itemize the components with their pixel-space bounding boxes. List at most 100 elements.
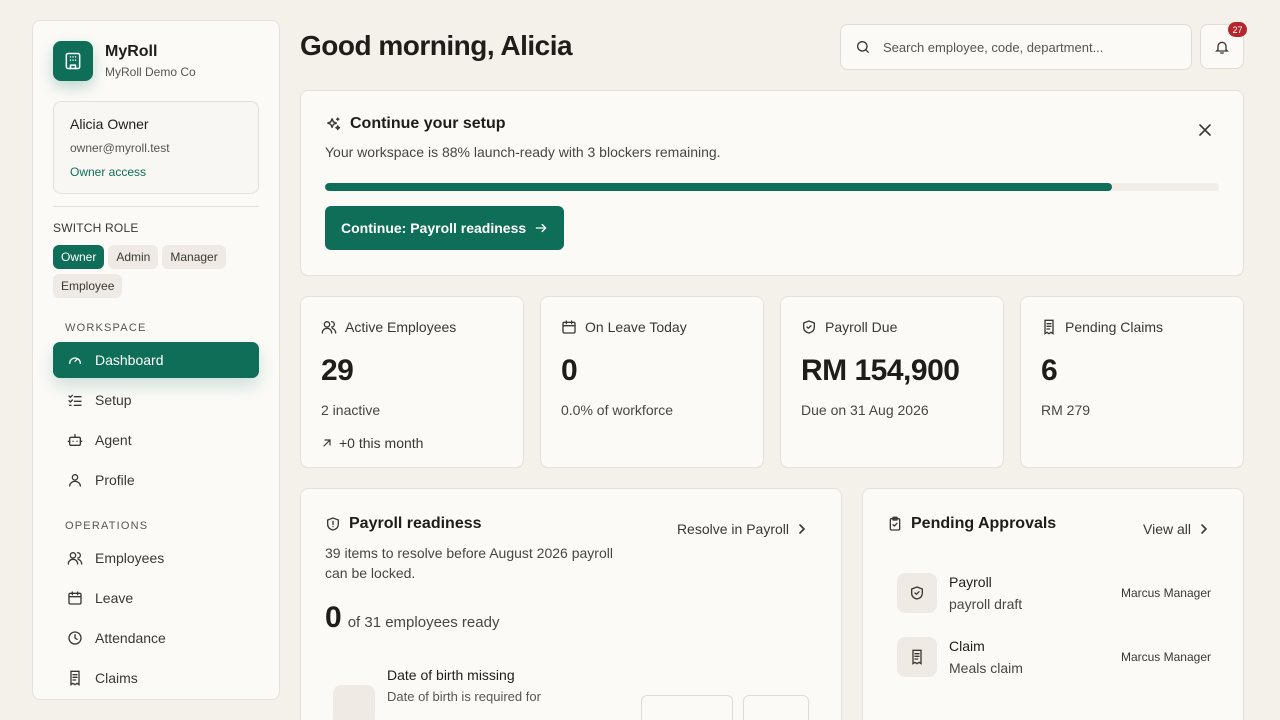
sidebar-item-label: Dashboard	[95, 352, 164, 368]
approvals-title: Pending Approvals	[911, 515, 1057, 532]
setup-title: Continue your setup	[350, 115, 506, 132]
sidebar-item-agent[interactable]: Agent	[53, 422, 259, 458]
approval-type: Claim	[949, 638, 985, 654]
sidebar-item-leave[interactable]: Leave	[53, 580, 259, 616]
search-bar[interactable]	[840, 24, 1192, 70]
approval-requester: Marcus Manager	[1120, 650, 1211, 664]
issue-icon	[333, 685, 375, 720]
sidebar-item-label: Profile	[95, 472, 135, 488]
sidebar: MyRoll MyRoll Demo Co Alicia Owner owner…	[32, 20, 280, 700]
setup-progress-bar	[325, 183, 1219, 191]
stat-trend: +0 this month	[339, 435, 424, 451]
user-name: Alicia Owner	[70, 116, 149, 132]
readiness-issue[interactable]: Date of birth missing Date of birth is r…	[333, 667, 541, 720]
calendar-icon	[67, 590, 83, 606]
sidebar-item-label: Employees	[95, 550, 165, 566]
role-admin[interactable]: Admin	[108, 245, 159, 269]
issue-title: Date of birth missing	[387, 667, 515, 683]
approval-item[interactable]: Payroll payroll draft Marcus Manager	[897, 573, 1211, 613]
search-icon	[855, 39, 871, 55]
sidebar-item-label: Attendance	[95, 630, 166, 646]
gauge-icon	[67, 352, 83, 368]
sidebar-item-employees[interactable]: Employees	[53, 540, 259, 576]
stat-subtext: 0.0% of workforce	[561, 402, 674, 418]
resolve-in-payroll-link[interactable]: Resolve in Payroll	[677, 521, 807, 537]
stat-value: RM 154,900	[801, 354, 960, 387]
receipt-icon	[1041, 319, 1057, 335]
sidebar-item-label: Agent	[95, 432, 132, 448]
switch-role-label: SWITCH ROLE	[53, 221, 139, 235]
role-switcher: Owner Admin Manager Employee	[53, 245, 253, 298]
user-email: owner@myroll.test	[70, 141, 170, 155]
nav-section-operations: OPERATIONS	[65, 520, 149, 532]
stat-label: Pending Claims	[1065, 319, 1164, 335]
stat-value: 0	[561, 354, 578, 387]
user-icon	[67, 472, 83, 488]
setup-progress-fill	[325, 183, 1112, 191]
stat-subtext: RM 279	[1041, 402, 1091, 418]
role-employee[interactable]: Employee	[53, 274, 123, 298]
sidebar-item-claims[interactable]: Claims	[53, 660, 259, 696]
stat-card-pending-claims[interactable]: Pending Claims 6 RM 279	[1020, 296, 1244, 468]
notification-badge: 27	[1228, 22, 1247, 37]
role-owner[interactable]: Owner	[53, 245, 105, 269]
payroll-readiness-card: Payroll readiness Resolve in Payroll 39 …	[300, 488, 842, 720]
continue-setup-label: Continue: Payroll readiness	[341, 220, 527, 236]
users-icon	[67, 550, 83, 566]
bell-icon	[1214, 39, 1230, 55]
receipt-icon	[897, 637, 937, 677]
shield-check-icon	[801, 319, 817, 335]
readiness-title: Payroll readiness	[349, 515, 482, 532]
approval-type: Payroll	[949, 574, 992, 590]
user-card: Alicia Owner owner@myroll.test Owner acc…	[53, 101, 259, 194]
sidebar-item-setup[interactable]: Setup	[53, 382, 259, 418]
company-name: MyRoll Demo Co	[105, 65, 196, 79]
brand[interactable]: MyRoll MyRoll Demo Co	[53, 41, 259, 81]
setup-description: Your workspace is 88% launch-ready with …	[325, 144, 721, 160]
bot-icon	[67, 432, 83, 448]
continue-setup-button[interactable]: Continue: Payroll readiness	[325, 206, 565, 250]
stat-card-active-employees[interactable]: Active Employees 29 2 inactive +0 this m…	[300, 296, 524, 468]
arrow-right-icon	[534, 221, 548, 235]
approval-item[interactable]: Claim Meals claim Marcus Manager	[897, 637, 1211, 677]
sidebar-item-profile[interactable]: Profile	[53, 462, 259, 498]
issue-action-button[interactable]	[641, 695, 733, 720]
view-all-link[interactable]: View all	[1143, 521, 1209, 537]
stat-subtext: 2 inactive	[321, 402, 381, 418]
pending-approvals-card: Pending Approvals View all Payroll payro…	[862, 488, 1244, 720]
issue-description: Date of birth is required for	[387, 689, 541, 704]
stat-value: 29	[321, 354, 354, 387]
page-title: Good morning, Alicia	[300, 30, 573, 61]
stat-card-payroll-due[interactable]: Payroll Due RM 154,900 Due on 31 Aug 202…	[780, 296, 1004, 468]
role-manager[interactable]: Manager	[162, 245, 226, 269]
stat-card-on-leave[interactable]: On Leave Today 0 0.0% of workforce	[540, 296, 764, 468]
sidebar-item-label: Leave	[95, 590, 134, 606]
calendar-icon	[561, 319, 577, 335]
sparkles-icon	[325, 116, 342, 133]
users-icon	[321, 319, 337, 335]
issue-secondary-button[interactable]	[743, 695, 809, 720]
approval-requester: Marcus Manager	[1120, 586, 1211, 600]
stat-label: On Leave Today	[585, 319, 687, 335]
shield-check-icon	[897, 573, 937, 613]
sidebar-item-attendance[interactable]: Attendance	[53, 620, 259, 656]
stat-subtext: Due on 31 Aug 2026	[801, 402, 929, 418]
resolve-link-label: Resolve in Payroll	[676, 521, 789, 537]
chevron-right-icon	[1199, 524, 1209, 534]
stat-value: 6	[1041, 354, 1058, 387]
clipboard-check-icon	[887, 516, 903, 532]
sidebar-item-label: Claims	[95, 670, 138, 686]
stat-label: Active Employees	[345, 319, 457, 335]
view-all-label: View all	[1143, 521, 1191, 537]
arrow-up-right-icon	[321, 437, 333, 449]
user-access: Owner access	[70, 165, 147, 179]
shield-alert-icon	[325, 516, 341, 532]
sidebar-item-label: Setup	[95, 392, 132, 408]
clock-icon	[67, 630, 83, 646]
receipt-icon	[67, 670, 83, 686]
chevron-right-icon	[797, 524, 807, 534]
approval-description: Meals claim	[949, 660, 1023, 676]
search-input[interactable]	[883, 39, 1173, 55]
close-icon[interactable]	[1199, 123, 1211, 141]
sidebar-item-dashboard[interactable]: Dashboard	[53, 342, 259, 378]
